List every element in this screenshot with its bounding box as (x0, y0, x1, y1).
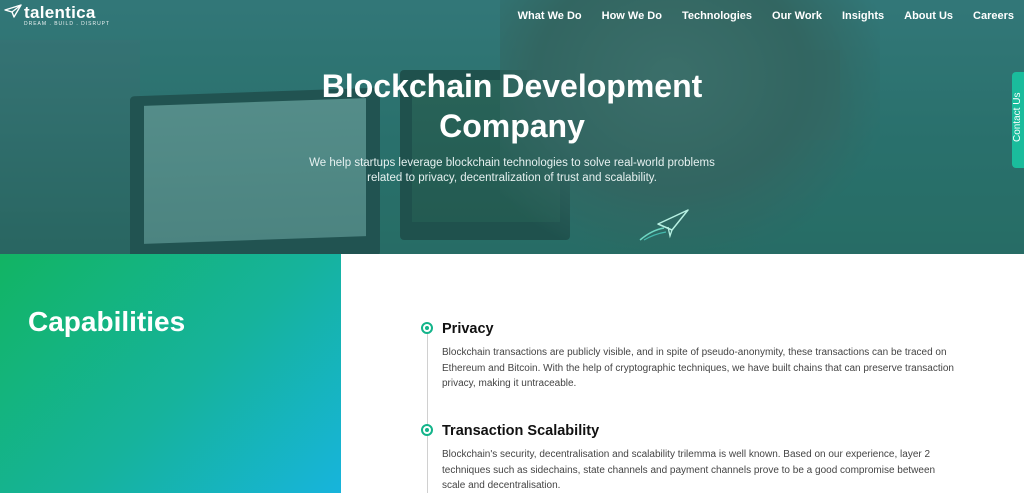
timeline-dot-icon (421, 424, 433, 436)
paper-plane-logo-icon (4, 4, 22, 18)
timeline-dot-icon (421, 322, 433, 334)
capability-title: Transaction Scalability (442, 423, 600, 439)
capability-description: Blockchain's security, decentralisation … (442, 449, 936, 491)
capabilities-title: Capabilities (28, 306, 186, 337)
logo-tagline: DREAM . BUILD . DISRUPT (24, 21, 111, 27)
hero-title: Blockchain Development Company (321, 68, 703, 144)
hero-subtitle: We help startups leverage blockchain tec… (309, 157, 715, 184)
capability-description: Blockchain transactions are publicly vis… (442, 347, 954, 389)
contact-us-label: Contact Us (1012, 92, 1023, 142)
logo-name: talentica (24, 3, 96, 22)
nav-careers[interactable]: Careers (973, 9, 1014, 23)
timeline-line (427, 326, 428, 493)
capabilities-panel: Capabilities (0, 254, 341, 493)
nav-what-we-do[interactable]: What We Do (518, 9, 582, 23)
hero-section: talentica DREAM . BUILD . DISRUPT What W… (0, 0, 1024, 254)
capability-title: Privacy (442, 321, 494, 337)
nav-insights[interactable]: Insights (842, 9, 884, 23)
nav-technologies[interactable]: Technologies (682, 9, 752, 23)
contact-us-tab[interactable]: Contact Us (1012, 72, 1024, 168)
site-logo[interactable]: talentica DREAM . BUILD . DISRUPT (4, 3, 110, 27)
main-nav: What We Do How We Do Technologies Our Wo… (498, 9, 1014, 23)
paper-plane-icon (639, 209, 689, 241)
nav-about-us[interactable]: About Us (904, 9, 953, 23)
nav-our-work[interactable]: Our Work (772, 9, 822, 23)
capabilities-list: Privacy Blockchain transactions are publ… (341, 254, 1024, 493)
nav-how-we-do[interactable]: How We Do (602, 9, 662, 23)
